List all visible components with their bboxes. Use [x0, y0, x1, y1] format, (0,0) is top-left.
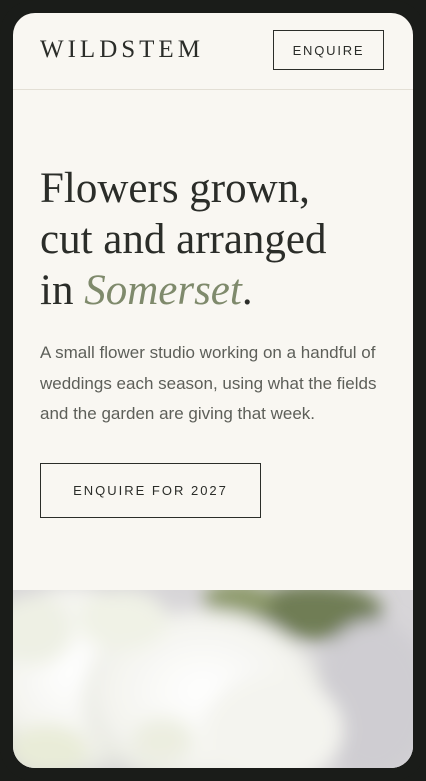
phone-frame: WILDSTEM ENQUIRE Flowers grown, cut and a… — [0, 0, 426, 781]
headline-suffix: . — [241, 267, 253, 314]
headline-accent: Somerset — [84, 267, 242, 314]
brand-logo[interactable]: WILDSTEM — [40, 35, 204, 65]
enquire-button[interactable]: ENQUIRE — [273, 30, 384, 70]
site-header: WILDSTEM ENQUIRE — [13, 13, 413, 90]
headline-line-2: cut and arranged — [40, 216, 327, 263]
enquire-2027-button[interactable]: ENQUIRE FOR 2027 — [40, 463, 261, 518]
headline-line-1: Flowers grown, — [40, 165, 310, 212]
hero-lede: A small flower studio working on a handf… — [40, 343, 377, 423]
white-flowers-photo — [13, 590, 413, 768]
screen: WILDSTEM ENQUIRE Flowers grown, cut and a… — [13, 13, 413, 768]
headline-line-3-prefix: in — [40, 267, 85, 314]
hero-headline: Flowers grown, cut and arranged in Somerse… — [40, 163, 390, 316]
